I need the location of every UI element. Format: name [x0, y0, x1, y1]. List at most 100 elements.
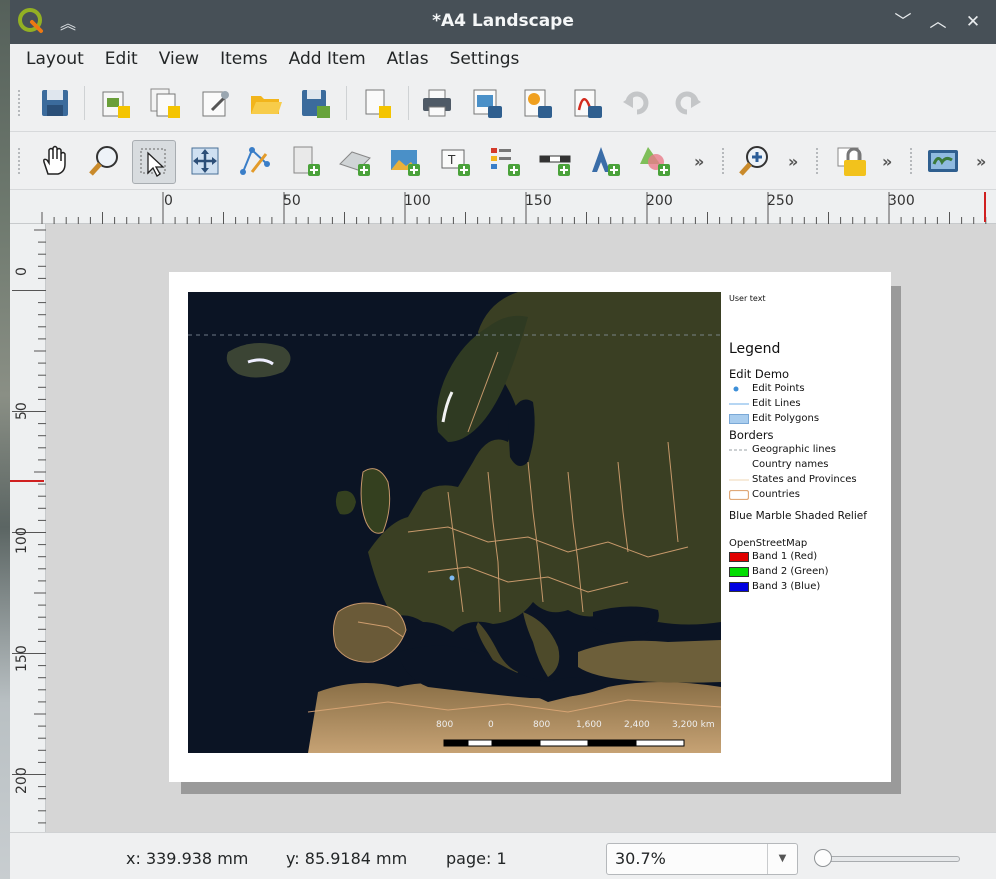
undo-icon[interactable]: [620, 86, 654, 120]
new-layout-icon[interactable]: [98, 86, 132, 120]
ruler-label: 150: [14, 645, 30, 672]
export-image-icon[interactable]: [470, 86, 504, 120]
empty-symbol-icon: [729, 460, 749, 470]
legend-entry: Band 1 (Red): [729, 549, 889, 564]
layout-manager-icon[interactable]: [198, 86, 232, 120]
ruler-label: 0: [164, 193, 173, 209]
toolbar-grip[interactable]: [910, 148, 913, 174]
outline-symbol-icon: [728, 489, 750, 500]
move-content-icon[interactable]: [188, 144, 222, 178]
menu-settings[interactable]: Settings: [450, 49, 520, 69]
toolbar-overflow-icon[interactable]: »: [694, 152, 704, 171]
pan-icon[interactable]: [38, 144, 72, 178]
select-move-icon[interactable]: [132, 140, 176, 184]
layout-canvas[interactable]: 800 0 800 1,600 2,400 3,200 km User text…: [46, 224, 996, 832]
legend-entry: Geographic lines: [729, 442, 889, 457]
add-label-icon[interactable]: T: [438, 144, 472, 178]
legend-entry: Edit Points: [729, 381, 889, 396]
scalebar-label: 800: [533, 720, 551, 730]
title-bar: ︽ *A4 Landscape ﹀ ︿ ✕: [10, 0, 996, 44]
legend-entry: Edit Polygons: [729, 411, 889, 426]
add-legend-icon[interactable]: [488, 144, 522, 178]
redo-icon[interactable]: [670, 86, 704, 120]
maximize-icon[interactable]: ︿: [925, 9, 951, 35]
toolbar-grip[interactable]: [722, 148, 725, 174]
add-scalebar-icon[interactable]: [538, 144, 572, 178]
add-north-arrow-icon[interactable]: [588, 144, 622, 178]
zoom-slider-track[interactable]: [818, 856, 960, 862]
ruler-label: 200: [14, 767, 30, 794]
lock-items-icon[interactable]: [834, 144, 868, 178]
menu-edit[interactable]: Edit: [105, 49, 138, 69]
duplicate-layout-icon[interactable]: [148, 86, 182, 120]
scalebar-label: 3,200 km: [672, 720, 715, 730]
add-picture-icon[interactable]: [388, 144, 422, 178]
zoom-slider-handle[interactable]: [814, 849, 832, 867]
zoom-value[interactable]: 30.7%: [615, 849, 666, 868]
export-pdf-icon[interactable]: [570, 86, 604, 120]
point-symbol-icon: [729, 384, 749, 394]
map-item[interactable]: 800 0 800 1,600 2,400 3,200 km: [188, 292, 721, 753]
legend-entry: Band 3 (Blue): [729, 579, 889, 594]
legend-group: Edit Demo: [729, 367, 790, 381]
polygon-symbol-icon: [729, 413, 749, 424]
raster-band-red-icon: [729, 551, 749, 562]
items-toolbar: T » » » »: [10, 132, 996, 190]
print-icon[interactable]: [420, 86, 454, 120]
save-template-icon[interactable]: [298, 86, 332, 120]
minimize-icon[interactable]: ﹀: [890, 9, 916, 35]
zoom-tool-icon[interactable]: [88, 144, 122, 178]
zoom-combobox[interactable]: 30.7% ▼: [606, 843, 798, 875]
status-bar: x: 339.938 mm y: 85.9184 mm page: 1 30.7…: [10, 832, 996, 879]
add-3d-map-icon[interactable]: [338, 144, 372, 178]
ruler-label: 200: [646, 193, 673, 209]
toolbar-overflow-icon[interactable]: »: [976, 152, 986, 171]
export-svg-icon[interactable]: [520, 86, 554, 120]
map-europe-image: [188, 292, 721, 753]
edit-nodes-icon[interactable]: [238, 144, 272, 178]
scalebar-label: 800: [436, 720, 454, 730]
window-title: *A4 Landscape: [432, 11, 574, 31]
svg-text:T: T: [447, 153, 456, 167]
menu-items[interactable]: Items: [220, 49, 268, 69]
scalebar-label: 0: [488, 720, 494, 730]
add-map-icon[interactable]: [288, 144, 322, 178]
zoom-slider[interactable]: [814, 847, 964, 871]
ruler-label: 100: [404, 193, 431, 209]
toolbar-grip[interactable]: [18, 148, 21, 174]
toolbar-overflow-icon[interactable]: »: [788, 152, 798, 171]
user-text-label[interactable]: User text: [729, 294, 889, 303]
menu-atlas[interactable]: Atlas: [387, 49, 429, 69]
add-pages-icon[interactable]: [360, 86, 394, 120]
line-symbol-icon: [729, 399, 749, 409]
menu-add-item[interactable]: Add Item: [289, 49, 366, 69]
legend-group: Blue Marble Shaded Relief: [729, 510, 867, 522]
ruler-label: 100: [14, 527, 30, 554]
raster-band-green-icon: [729, 566, 749, 577]
toolbar-grip[interactable]: [816, 148, 819, 174]
vertical-ruler[interactable]: 0 50 100 150 200: [10, 224, 46, 832]
scalebar-item[interactable]: 800 0 800 1,600 2,400 3,200 km: [436, 720, 721, 750]
legend-entry: Countries: [728, 487, 889, 502]
legend-group: OpenStreetMap: [729, 538, 808, 549]
add-shape-icon[interactable]: [638, 144, 672, 178]
toolbar-grip[interactable]: [18, 90, 21, 116]
save-icon[interactable]: [38, 86, 72, 120]
close-icon[interactable]: ✕: [960, 9, 986, 35]
ruler-label: 250: [767, 193, 794, 209]
atlas-icon[interactable]: [926, 144, 960, 178]
legend-item[interactable]: User text Legend Edit Demo Edit Points E…: [728, 294, 889, 594]
horizontal-ruler[interactable]: 0 50 100 150 200 250 300: [10, 190, 996, 224]
menu-view[interactable]: View: [159, 49, 199, 69]
ruler-label: 300: [888, 193, 915, 209]
menu-layout[interactable]: Layout: [26, 49, 84, 69]
open-template-icon[interactable]: [248, 86, 282, 120]
legend-entry: Edit Lines: [729, 396, 889, 411]
chevron-down-icon[interactable]: ▼: [767, 844, 797, 874]
ruler-label: 50: [283, 193, 301, 209]
page-readout: page: 1: [446, 849, 507, 868]
toolbar-overflow-icon[interactable]: »: [882, 152, 892, 171]
layout-toolbar: [10, 74, 996, 132]
layout-page[interactable]: 800 0 800 1,600 2,400 3,200 km User text…: [169, 272, 891, 782]
zoom-full-icon[interactable]: [738, 144, 772, 178]
